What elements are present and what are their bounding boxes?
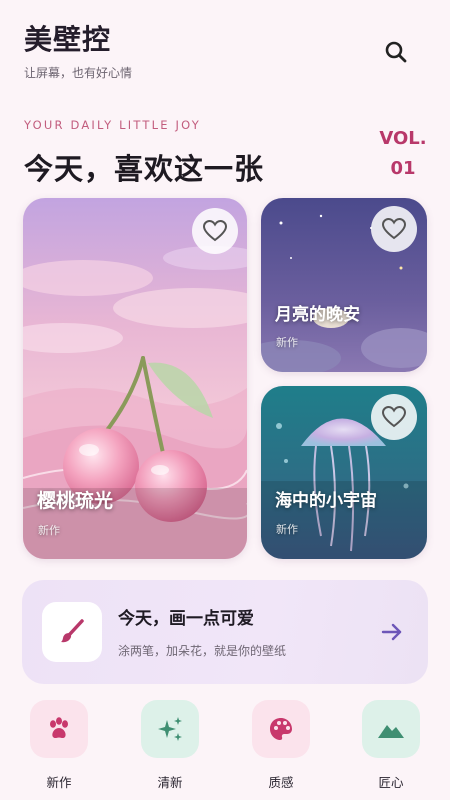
category-new[interactable]: 新作 <box>29 700 89 791</box>
category-texture[interactable]: 质感 <box>251 700 311 791</box>
card-title: 海中的小宇宙 <box>275 491 377 511</box>
category-icon-tile <box>252 700 310 758</box>
card-tag: 新作 <box>276 523 298 536</box>
card-tag: 新作 <box>276 336 298 349</box>
category-craft[interactable]: 匠心 <box>361 700 421 791</box>
app-title: 美壁控 <box>24 23 112 56</box>
category-label: 匠心 <box>378 775 404 790</box>
category-icon-tile <box>141 700 199 758</box>
category-label: 质感 <box>268 775 294 790</box>
category-label: 清新 <box>157 775 183 790</box>
paw-icon <box>50 717 68 739</box>
card-title: 月亮的晚安 <box>275 305 360 325</box>
banner-subtitle: 涂两笔，加朵花，就是你的壁纸 <box>118 644 287 658</box>
category-icon-tile <box>362 700 420 758</box>
favorite-button[interactable] <box>192 208 238 254</box>
palette-icon <box>270 718 292 740</box>
banner-arrow-button[interactable] <box>378 618 406 646</box>
volume-number: 01 <box>390 158 416 179</box>
category-fresh[interactable]: 清新 <box>140 700 200 791</box>
search-icon <box>385 41 407 63</box>
page-headline: 今天，喜欢这一张 <box>24 152 265 186</box>
mountain-icon <box>378 725 404 738</box>
card-title: 樱桃琉光 <box>37 490 114 512</box>
category-label: 新作 <box>46 775 72 790</box>
banner-icon-tile <box>42 602 102 662</box>
wallpaper-card-jellyfish[interactable]: 海中的小宇宙 新作 <box>261 386 427 559</box>
volume-badge: VOL. 01 <box>378 124 428 184</box>
app-subtitle: 让屏幕，也有好心情 <box>24 66 133 80</box>
favorite-button[interactable] <box>371 394 417 440</box>
volume-label: VOL. <box>379 128 427 149</box>
brush-icon <box>61 619 84 643</box>
category-icon-tile <box>30 700 88 758</box>
sparkle-icon <box>158 717 182 741</box>
draw-today-banner[interactable]: 今天，画一点可爱 涂两笔，加朵花，就是你的壁纸 <box>22 580 428 684</box>
wallpaper-card-cherry[interactable]: 樱桃琉光 新作 <box>23 198 247 559</box>
search-button[interactable] <box>378 34 414 70</box>
favorite-button[interactable] <box>371 206 417 252</box>
arrow-right-icon <box>381 623 402 641</box>
heart-icon <box>382 406 406 428</box>
card-tag: 新作 <box>38 524 60 537</box>
heart-icon <box>382 218 406 240</box>
heart-icon <box>203 220 227 242</box>
banner-title: 今天，画一点可爱 <box>118 609 254 629</box>
daily-tagline: YOUR DAILY LITTLE JOY <box>24 118 201 132</box>
wallpaper-card-moon[interactable]: 月亮的晚安 新作 <box>261 198 427 372</box>
